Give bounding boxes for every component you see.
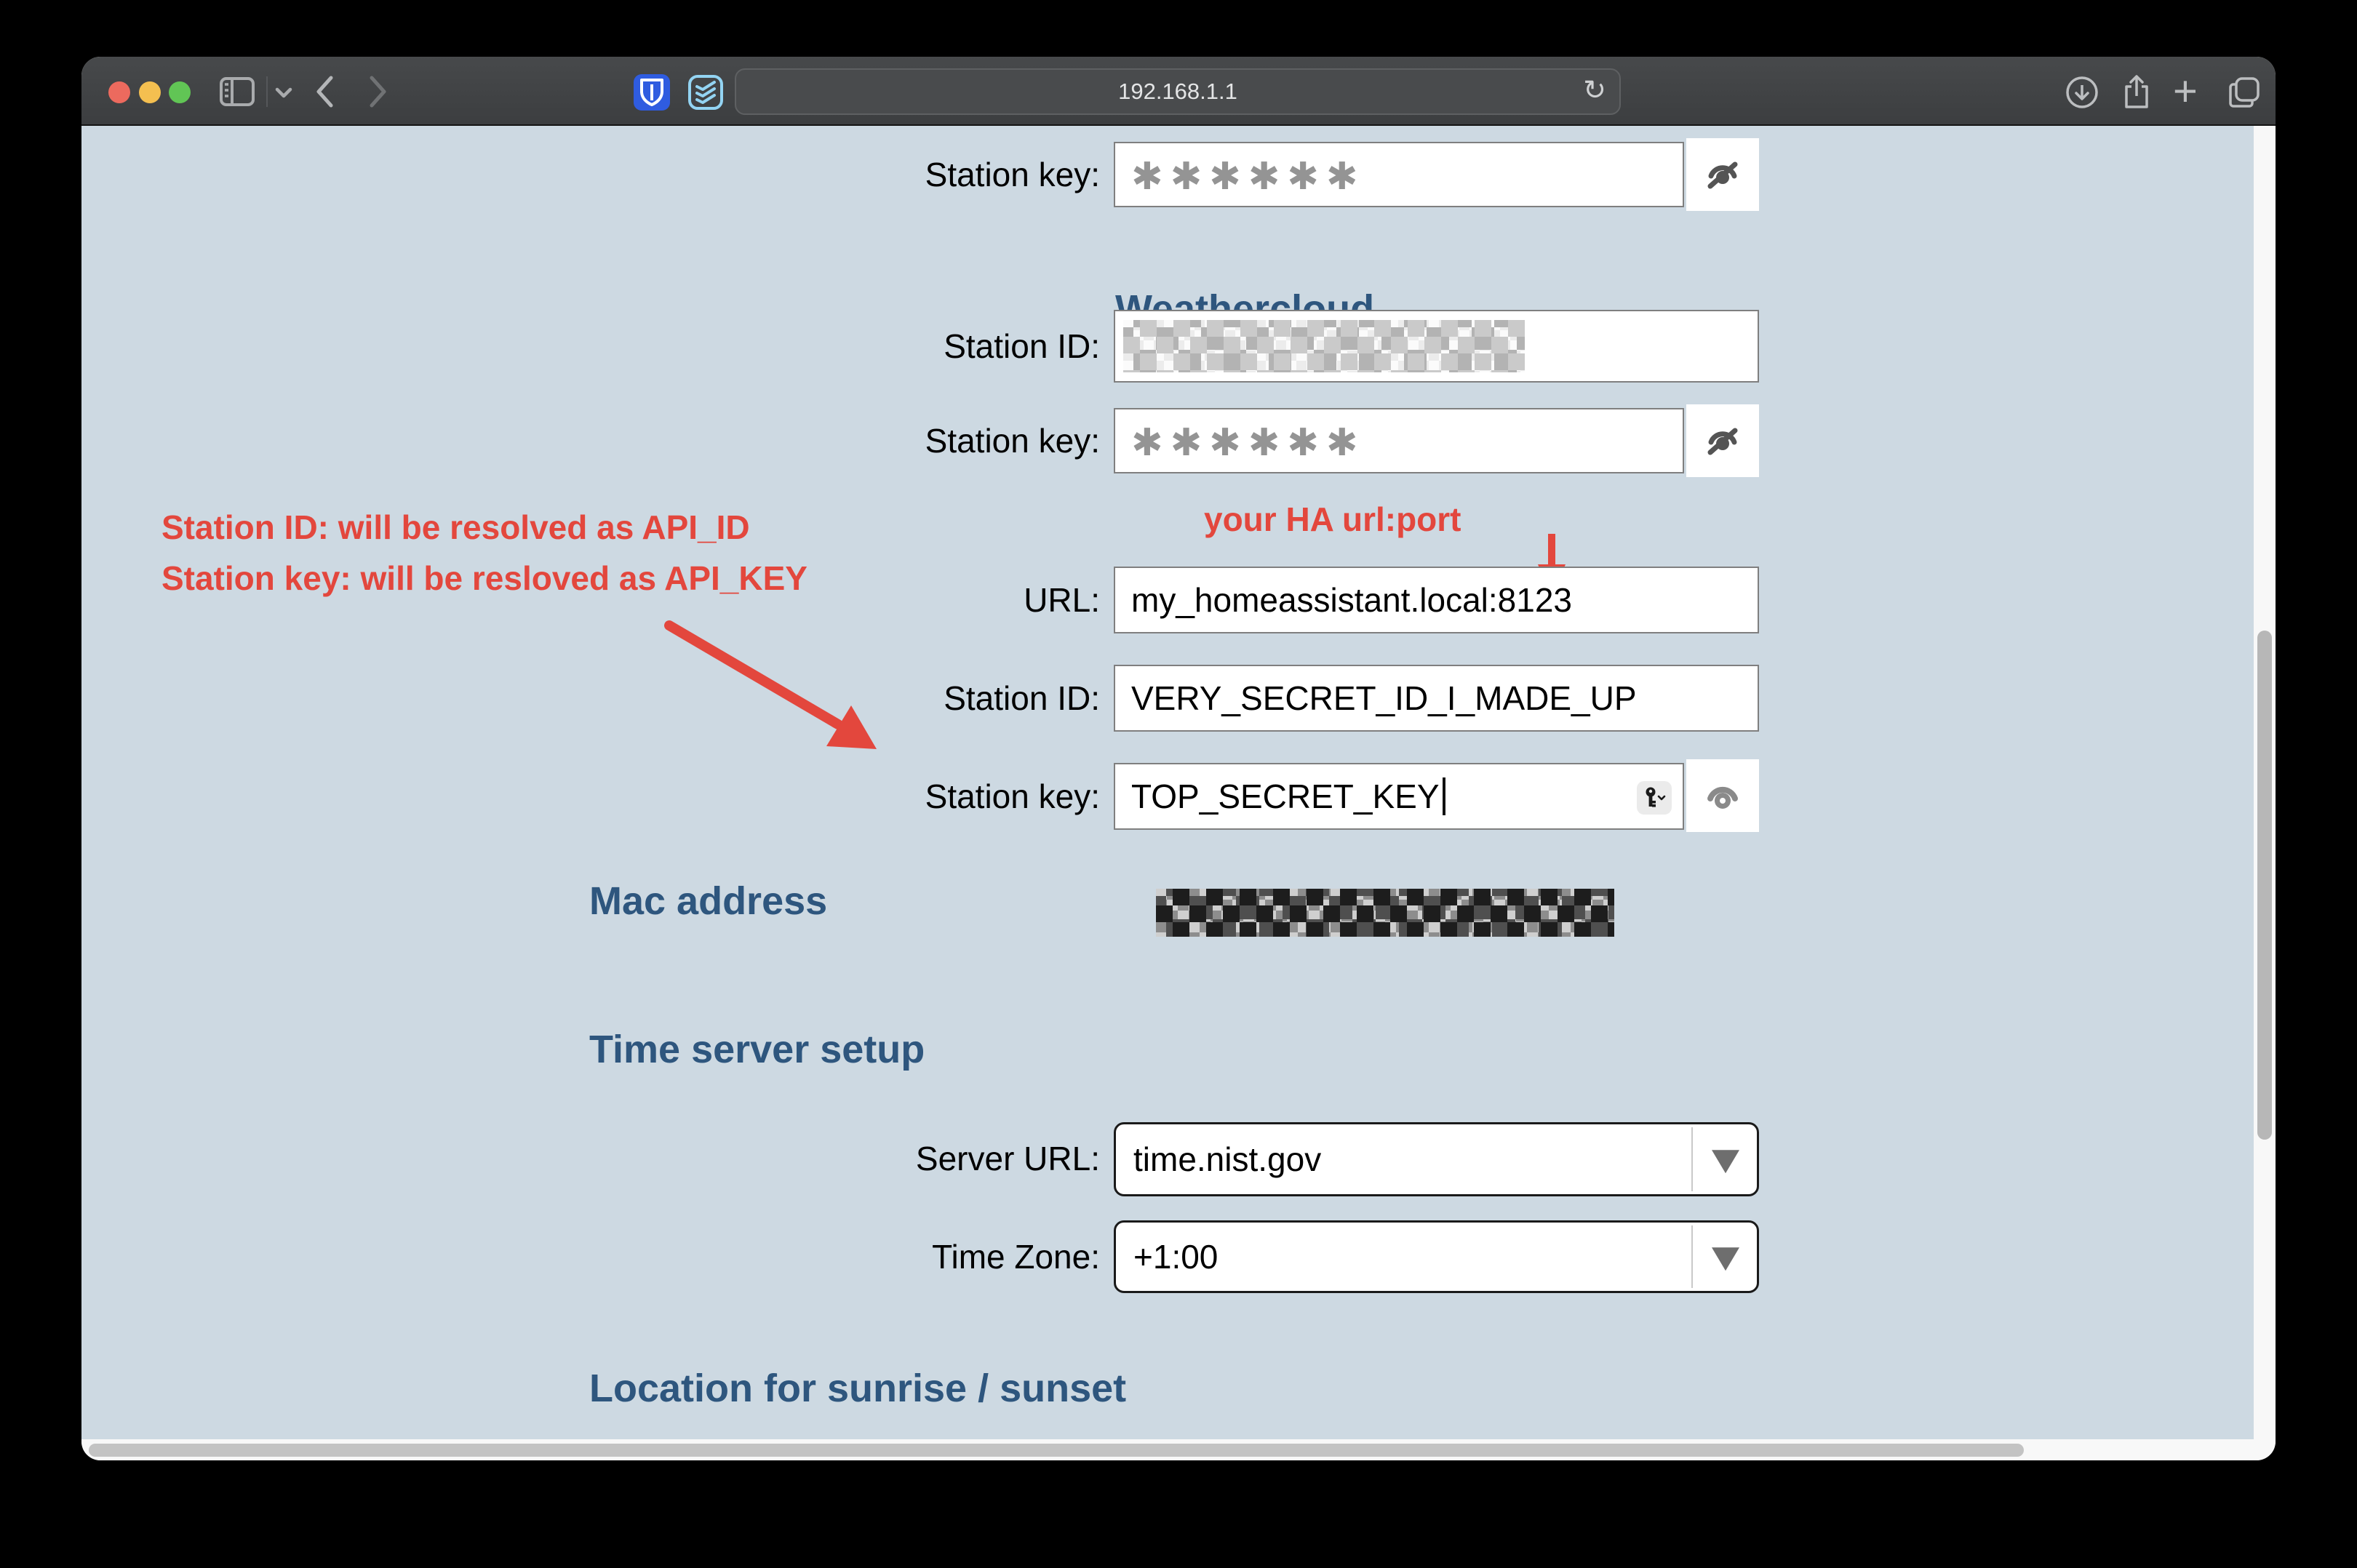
safari-window: 192.168.1.1 ↻ + Station	[81, 57, 2276, 1460]
tab-overview-icon[interactable]	[2228, 76, 2261, 109]
forward-icon[interactable]	[368, 75, 388, 108]
wc-station-id-label: Station ID:	[693, 327, 1100, 366]
ha-station-key-label: Station key:	[693, 777, 1100, 816]
mac-address-heading: Mac address	[589, 879, 827, 924]
eye-slash-icon	[1706, 159, 1739, 191]
sidebar-toggle-icon[interactable]	[220, 77, 255, 106]
downloads-icon[interactable]	[2065, 76, 2099, 109]
ha-url-value: my_homeassistant.local:8123	[1131, 580, 1572, 620]
masked-password-text: ✱✱✱✱✱✱	[1131, 151, 1365, 199]
wc-station-key-reveal-button[interactable]	[1686, 404, 1759, 477]
ha-url-label: URL:	[693, 580, 1100, 620]
ha-station-key-value: TOP_SECRET_KEY	[1131, 777, 1440, 816]
censored-mac-address	[1156, 889, 1614, 937]
chevron-down-icon[interactable]	[275, 87, 292, 99]
wc-station-key-label: Station key:	[693, 421, 1100, 460]
censored-station-id	[1123, 320, 1525, 372]
zoom-window-button[interactable]	[169, 81, 191, 103]
ha-station-id-value: VERY_SECRET_ID_I_MADE_UP	[1131, 679, 1637, 718]
wu-station-key-reveal-button[interactable]	[1686, 138, 1759, 211]
new-tab-icon[interactable]: +	[2173, 76, 2198, 108]
vertical-scrollbar-thumb[interactable]	[2257, 631, 2272, 1140]
annotation-ha-hint: your HA url:port	[1204, 500, 1461, 539]
time-zone-select[interactable]: +1:00	[1114, 1220, 1759, 1293]
time-zone-value: +1:00	[1133, 1237, 1218, 1276]
dropdown-arrow-icon	[1712, 1247, 1739, 1271]
eye-slash-icon	[1706, 425, 1739, 457]
eye-icon	[1705, 780, 1740, 812]
minimize-window-button[interactable]	[139, 81, 161, 103]
masked-password-text: ✱✱✱✱✱✱	[1131, 417, 1365, 465]
close-window-button[interactable]	[108, 81, 130, 103]
wu-station-key-label: Station key:	[693, 155, 1100, 194]
chevrons-extension-icon[interactable]	[687, 74, 724, 111]
server-url-label: Server URL:	[693, 1139, 1100, 1178]
text-caret	[1443, 777, 1445, 815]
key-icon	[1642, 785, 1667, 810]
server-url-select[interactable]: time.nist.gov	[1114, 1122, 1759, 1196]
horizontal-scrollbar-thumb[interactable]	[89, 1444, 2024, 1457]
ha-station-key-input[interactable]: TOP_SECRET_KEY	[1114, 763, 1684, 830]
annotation-line1: Station ID: will be resolved as API_ID	[161, 508, 750, 547]
back-icon[interactable]	[314, 75, 335, 108]
toolbar-divider	[266, 76, 268, 107]
share-icon[interactable]	[2120, 74, 2153, 111]
server-url-value: time.nist.gov	[1133, 1140, 1321, 1179]
ha-station-id-label: Station ID:	[693, 679, 1100, 718]
wc-station-key-input[interactable]: ✱✱✱✱✱✱	[1114, 408, 1684, 473]
select-divider	[1691, 1127, 1693, 1191]
select-divider	[1691, 1225, 1693, 1288]
ha-station-key-reveal-button[interactable]	[1686, 759, 1759, 832]
autofill-passwords-button[interactable]	[1637, 781, 1672, 815]
ha-url-input[interactable]: my_homeassistant.local:8123	[1114, 567, 1759, 633]
location-heading: Location for sunrise / sunset	[589, 1366, 1126, 1411]
wu-station-key-input[interactable]: ✱✱✱✱✱✱	[1114, 142, 1684, 207]
ha-station-id-input[interactable]: VERY_SECRET_ID_I_MADE_UP	[1114, 665, 1759, 732]
address-bar[interactable]: 192.168.1.1 ↻	[735, 68, 1621, 115]
dropdown-arrow-icon	[1712, 1150, 1739, 1173]
time-zone-label: Time Zone:	[693, 1237, 1100, 1276]
address-text: 192.168.1.1	[1118, 79, 1237, 105]
bitwarden-extension-icon[interactable]	[634, 74, 670, 111]
reload-icon[interactable]: ↻	[1583, 74, 1606, 107]
time-server-heading: Time server setup	[589, 1027, 925, 1072]
browser-toolbar: 192.168.1.1 ↻ +	[81, 57, 2276, 126]
